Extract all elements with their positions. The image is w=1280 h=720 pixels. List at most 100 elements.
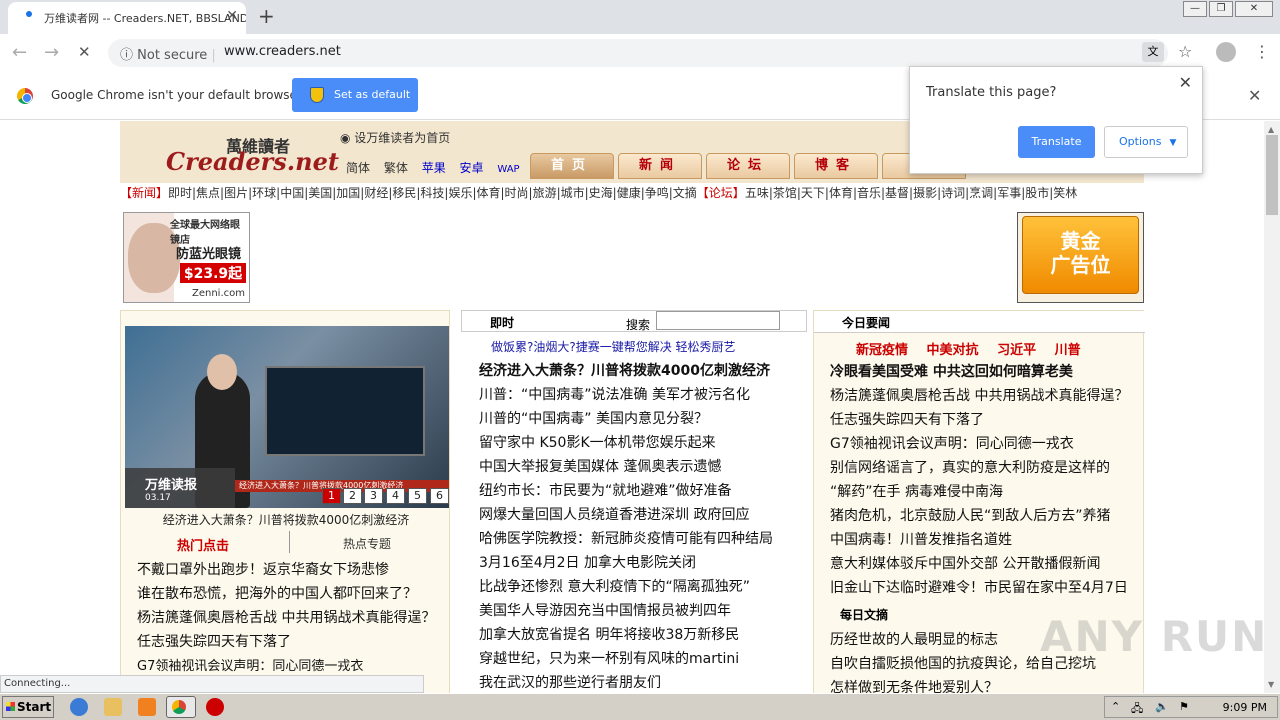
translate-options-button[interactable]: Options ▼ — [1104, 126, 1188, 158]
list-item[interactable]: 哈佛医学院教授：新冠肺炎疫情可能有四种结局 — [479, 528, 773, 548]
list-item[interactable]: 意大利媒体驳斥中国外交部 公开散播假新闻 — [830, 553, 1100, 573]
list-item[interactable]: 历经世故的人最明显的标志 — [830, 629, 998, 649]
nav-tab-blog[interactable]: 博客 — [794, 153, 878, 179]
keyword-link[interactable]: 中美对抗 — [927, 343, 979, 358]
translate-icon[interactable]: 文 — [1142, 42, 1164, 62]
list-item[interactable]: 川普：“中国病毒”说法准确 美军才被污名化 — [479, 384, 750, 404]
list-item[interactable]: 旧金山下达临时避难令！市民留在家中至4月7日 — [830, 577, 1128, 597]
category-forum-items[interactable]: 五味|茶馆|天下|体育|音乐|基督|摄影|诗词|烹调|军事|股市|笑林 — [745, 186, 1077, 200]
browser-tab[interactable]: 万维读者网 -- Creaders.NET, BBSLAND... ✕ — [8, 2, 246, 34]
stop-loading-button[interactable]: ✕ — [78, 43, 91, 61]
lang-wap[interactable]: WAP — [497, 164, 519, 175]
list-item[interactable]: 谁在散布恐慌，把海外的中国人都吓回来了？ — [137, 583, 417, 603]
list-item[interactable]: 经济进入大萧条？川普将拨款4000亿刺激经济 — [479, 360, 770, 380]
translate-close-icon[interactable]: ✕ — [1179, 73, 1192, 92]
list-item[interactable]: G7领袖视讯会议声明：同心同德一戎衣 — [137, 655, 363, 674]
list-item[interactable]: 加拿大放宽省提名 明年将接收38万新移民 — [479, 624, 739, 644]
flag-icon[interactable]: ⚑ — [1179, 700, 1189, 713]
url-text[interactable]: www.creaders.net — [224, 44, 341, 59]
keyword-link[interactable]: 川普 — [1055, 343, 1081, 358]
nav-tab-forum[interactable]: 论坛 — [706, 153, 790, 179]
list-item[interactable]: 杨洁篪蓬佩奥唇枪舌战 中共用锅战术真能得逞？ — [830, 385, 1128, 405]
translate-button[interactable]: Translate — [1018, 126, 1095, 158]
category-forum-label[interactable]: 【论坛】 — [697, 186, 745, 200]
left-column: 万维读报 03.17 经济进入大萧条？川普将拨款4000亿刺激经济 1 2 3 4… — [120, 310, 450, 693]
volume-icon[interactable]: 🔈 — [1155, 700, 1169, 713]
list-item[interactable]: 不戴口罩外出跑步！返京华裔女下场悲惨 — [137, 559, 389, 579]
forward-button[interactable]: → — [44, 42, 59, 63]
category-news-items[interactable]: 即时|焦点|图片|环球|中国|美国|加国|财经|移民|科技|娱乐|体育|时尚|旅… — [168, 186, 697, 200]
new-tab-button[interactable]: + — [258, 4, 275, 28]
list-item[interactable]: 猪肉危机，北京鼓励人民“到敌人后方去”养猪 — [830, 505, 1111, 525]
video-caption[interactable]: 经济进入大萧条？川普将拨款4000亿刺激经济 — [121, 511, 451, 528]
bookmark-star-icon[interactable]: ☆ — [1178, 42, 1192, 61]
lang-android[interactable]: 安卓 — [460, 161, 484, 175]
infobar-close-icon[interactable]: ✕ — [1248, 86, 1261, 105]
media-player-icon[interactable] — [138, 698, 156, 716]
network-icon[interactable]: 🖧 — [1131, 700, 1143, 719]
list-item[interactable]: 任志强失踪四天有下落了 — [830, 409, 984, 429]
lang-traditional[interactable]: 繁体 — [384, 161, 408, 175]
list-item[interactable]: 美国华人导游因充当中国情报员被判四年 — [479, 600, 731, 620]
nav-tab-home[interactable]: 首页 — [530, 153, 614, 179]
category-links[interactable]: 【新闻】即时|焦点|图片|环球|中国|美国|加国|财经|移民|科技|娱乐|体育|… — [120, 184, 1144, 201]
list-item[interactable]: 穿越世纪，只为来一杯别有风味的martini — [479, 648, 739, 668]
set-default-button[interactable]: Set as default — [292, 78, 418, 112]
list-item[interactable]: 冷眼看美国受难 中共这回如何暗算老美 — [830, 361, 1073, 381]
search-input[interactable] — [656, 311, 780, 330]
slide-page-3[interactable]: 3 — [364, 488, 383, 504]
list-item[interactable]: 3月16至4月2日 加拿大电影院关闭 — [479, 552, 696, 572]
slide-page-2[interactable]: 2 — [343, 488, 362, 504]
tab-close-icon[interactable]: ✕ — [226, 8, 238, 24]
gold-ad-slot[interactable]: 黄金 广告位 — [1017, 212, 1144, 303]
scroll-up-icon[interactable]: ▲ — [1268, 125, 1274, 134]
tray-expand-icon[interactable]: ⌃ — [1111, 700, 1120, 713]
vertical-scrollbar[interactable]: ▲ ▼ — [1264, 121, 1280, 693]
set-homepage-link[interactable]: ◉ 设万维读者为首页 — [340, 129, 450, 146]
promo-link[interactable]: 做饭累?油烟大?捷赛一键帮您解决 轻松秀厨艺 — [491, 338, 736, 355]
ie-icon[interactable] — [70, 698, 88, 716]
list-item[interactable]: 比战争还惨烈 意大利疫情下的“隔离孤独死” — [479, 576, 750, 596]
list-item[interactable]: 我在武汉的那些逆行者朋友们 — [479, 672, 661, 692]
list-item[interactable]: G7领袖视讯会议声明：同心同德一戎衣 — [830, 433, 1074, 453]
category-news-label[interactable]: 【新闻】 — [120, 186, 168, 200]
scroll-down-icon[interactable]: ▼ — [1268, 680, 1274, 689]
profile-avatar-icon[interactable] — [1216, 42, 1236, 62]
start-button[interactable]: Start — [2, 696, 54, 718]
site-logo[interactable]: 萬維讀者 Creaders.net — [144, 125, 339, 176]
keyword-link[interactable]: 习近平 — [997, 343, 1036, 358]
list-item[interactable]: “解药”在手 病毒难侵中南海 — [830, 481, 1003, 501]
list-item[interactable]: 川普的“中国病毒” 美国内意见分裂？ — [479, 408, 708, 428]
list-item[interactable]: 杨洁篪蓬佩奥唇枪舌战 中共用锅战术真能得逞？ — [137, 607, 435, 627]
minimize-button[interactable]: — — [1183, 1, 1207, 17]
keyword-link[interactable]: 新冠疫情 — [856, 343, 908, 358]
slide-page-6[interactable]: 6 — [430, 488, 449, 504]
security-indicator[interactable]: ⓘ Not secure | — [120, 44, 216, 63]
scroll-thumb[interactable] — [1266, 135, 1278, 215]
slide-page-5[interactable]: 5 — [408, 488, 427, 504]
explorer-icon[interactable] — [104, 698, 122, 716]
nav-tab-news[interactable]: 新闻 — [618, 153, 702, 179]
chrome-menu-icon[interactable]: ⋮ — [1254, 42, 1270, 61]
hot-topics-tab[interactable]: 热点专题 — [343, 535, 391, 552]
list-item[interactable]: 怎样做到无条件地爱别人？ — [830, 677, 998, 693]
zenni-ad[interactable]: 全球最大网络眼镜店 防蓝光眼镜 $23.9起 Zenni.com — [123, 212, 250, 303]
list-item[interactable]: 别信网络谣言了，真实的意大利防疫是这样的 — [830, 457, 1110, 477]
list-item[interactable]: 留守家中 K50影K一体机带您娱乐起来 — [479, 432, 716, 452]
lang-simplified[interactable]: 简体 — [346, 161, 370, 175]
list-item[interactable]: 纽约市长：市民要为“就地避难”做好准备 — [479, 480, 732, 500]
hot-clicks-tab[interactable]: 热门点击 — [177, 535, 229, 554]
maximize-button[interactable]: ❐ — [1209, 1, 1233, 17]
list-item[interactable]: 任志强失踪四天有下落了 — [137, 631, 291, 651]
list-item[interactable]: 中国大举报复美国媒体 蓬佩奥表示遗憾 — [479, 456, 721, 476]
video-player[interactable]: 万维读报 03.17 经济进入大萧条？川普将拨款4000亿刺激经济 — [125, 326, 449, 508]
list-item[interactable]: 中国病毒！川普发推指名道姓 — [830, 529, 1012, 549]
close-window-button[interactable]: ✕ — [1235, 1, 1273, 17]
lang-apple[interactable]: 苹果 — [422, 161, 446, 175]
slide-page-1[interactable]: 1 — [322, 488, 341, 504]
list-item[interactable]: 网爆大量回国人员绕道香港进深圳 政府回应 — [479, 504, 749, 524]
security-app-icon[interactable] — [206, 698, 224, 716]
back-button[interactable]: ← — [12, 42, 27, 63]
slide-page-4[interactable]: 4 — [386, 488, 405, 504]
clock[interactable]: 9:09 PM — [1223, 701, 1267, 714]
